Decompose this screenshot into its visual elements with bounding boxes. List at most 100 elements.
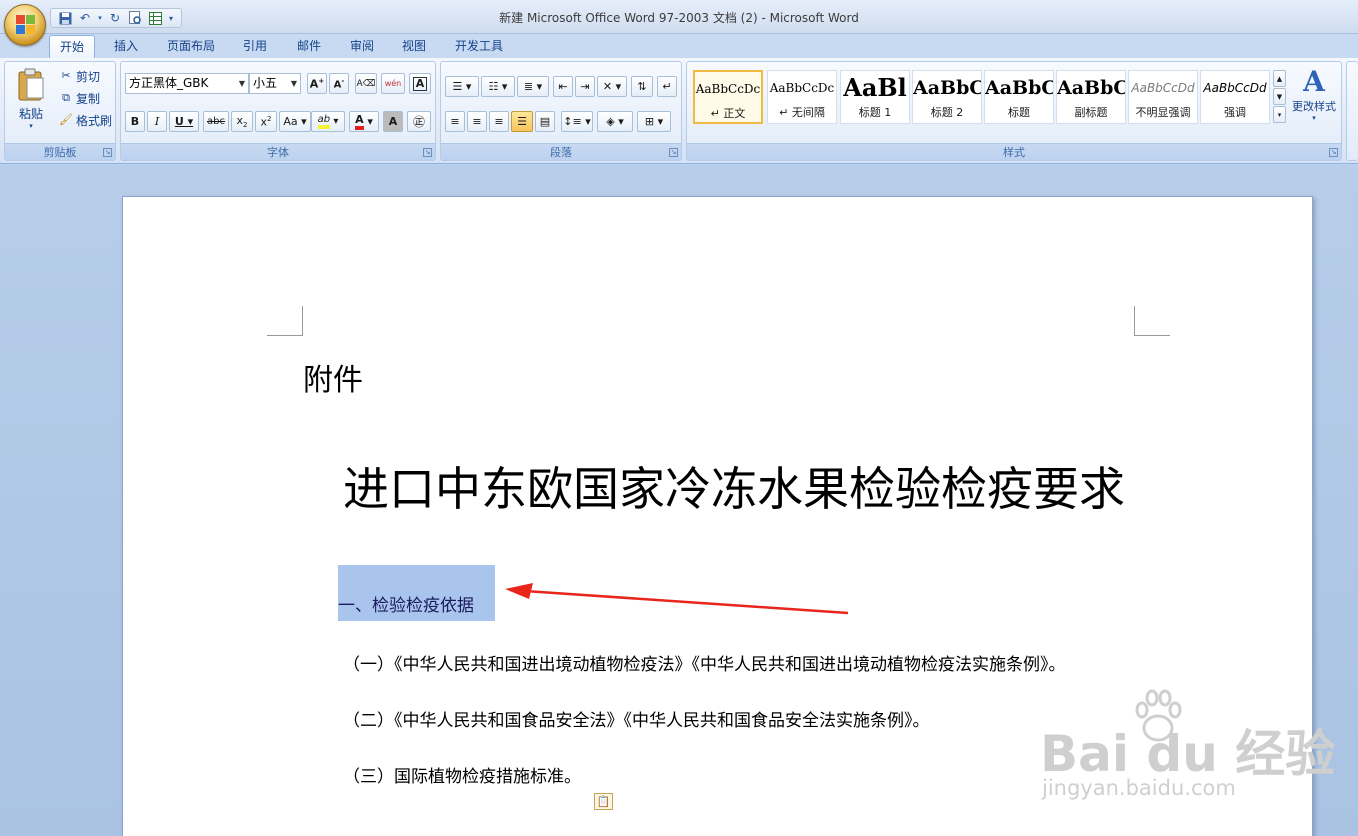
- style-no-spacing[interactable]: AaBbCcDc ↵ 无间隔: [767, 70, 837, 124]
- numbering-button[interactable]: ☷ ▾: [481, 76, 515, 97]
- character-border-button[interactable]: A: [409, 73, 431, 94]
- chinese-layout-button[interactable]: ✕ ▾: [597, 76, 627, 97]
- chevron-up-icon: ▲: [1276, 74, 1283, 83]
- paragraph-1: （一）《中华人民共和国进出境动植物检疫法》《中华人民共和国进出境动植物检疫法实施…: [343, 655, 1066, 675]
- styles-more[interactable]: ▾: [1273, 106, 1286, 123]
- red-arrow-annotation: [505, 583, 849, 615]
- grow-font-icon: A+: [309, 76, 325, 91]
- tab-home[interactable]: 开始: [49, 35, 96, 58]
- selected-heading[interactable]: 一、检验检疫依据: [338, 565, 495, 621]
- align-center-button[interactable]: ≡: [467, 111, 487, 132]
- highlight-button[interactable]: ab ▾: [311, 111, 345, 132]
- change-styles-label: 更改样式: [1292, 100, 1336, 113]
- show-marks-button[interactable]: ↵: [657, 76, 677, 97]
- style-emphasis[interactable]: AaBbCcDd 强调: [1200, 70, 1270, 124]
- italic-button[interactable]: I: [147, 111, 167, 132]
- tab-developer[interactable]: 开发工具: [445, 35, 513, 58]
- increase-indent-button[interactable]: ⇥: [575, 76, 595, 97]
- strikethrough-icon: abc: [207, 116, 225, 127]
- change-styles-button[interactable]: A 更改样式 ▾: [1289, 66, 1339, 138]
- superscript-button[interactable]: x2: [255, 111, 277, 132]
- office-button[interactable]: [4, 4, 46, 46]
- font-color-button[interactable]: A ▾: [349, 111, 379, 132]
- title-bar: ↶ ▾ ↻ ▾ 新建 Microsoft Office Word 97-2003…: [0, 0, 1358, 34]
- tab-insert[interactable]: 插入: [104, 35, 148, 58]
- clear-format-button[interactable]: A⌫: [355, 73, 377, 94]
- style-name: ↵ 正文: [710, 107, 746, 120]
- phonetic-guide-button[interactable]: wén: [381, 73, 405, 94]
- styles-scroll-up[interactable]: ▲: [1273, 70, 1286, 87]
- paragraph-2: （二）《中华人民共和国食品安全法》《中华人民共和国食品安全法实施条例》。: [343, 711, 930, 731]
- borders-icon: ⊞ ▾: [644, 115, 664, 128]
- change-case-button[interactable]: Aa ▾: [279, 111, 311, 132]
- line-spacing-button[interactable]: ↕≡ ▾: [561, 111, 593, 132]
- cut-button[interactable]: ✂ 剪切: [59, 66, 100, 86]
- style-title[interactable]: AaBbC 标题: [984, 70, 1054, 124]
- style-name: 标题 2: [930, 106, 964, 119]
- justify-button[interactable]: ☰: [511, 111, 533, 132]
- character-shading-button[interactable]: A: [383, 111, 403, 132]
- styles-scroll-down[interactable]: ▼: [1273, 88, 1286, 105]
- enclose-characters-icon: ㊣: [412, 115, 425, 129]
- distributed-button[interactable]: ▤: [535, 111, 555, 132]
- style-heading-1[interactable]: AaBl 标题 1: [840, 70, 910, 124]
- tab-mailings[interactable]: 邮件: [287, 35, 331, 58]
- enclose-characters-button[interactable]: ㊣: [407, 111, 431, 132]
- shading-button[interactable]: ◈ ▾: [597, 111, 633, 132]
- tab-view[interactable]: 视图: [392, 35, 436, 58]
- style-normal[interactable]: AaBbCcDc ↵ 正文: [693, 70, 763, 124]
- bold-button[interactable]: B: [125, 111, 145, 132]
- style-subtle-emphasis[interactable]: AaBbCcDd 不明显强调: [1128, 70, 1198, 124]
- align-left-icon: ≡: [450, 115, 460, 128]
- editing-group-partial: [1346, 61, 1358, 161]
- font-name-combo[interactable]: 方正黑体_GBK ▼: [125, 73, 249, 94]
- pilcrow-icon: ↵: [662, 80, 672, 93]
- clipboard-launcher-icon[interactable]: ↘: [103, 148, 112, 157]
- decrease-indent-icon: ⇤: [558, 80, 568, 93]
- grow-font-button[interactable]: A+: [307, 73, 327, 94]
- paste-icon: [18, 68, 44, 101]
- clipboard-group: 粘贴 ▾ ✂ 剪切 ⧉ 复制 🖌 格式刷 剪贴板 ↘: [4, 61, 116, 161]
- line-spacing-icon: ↕≡ ▾: [563, 115, 591, 128]
- underline-button[interactable]: U ▾: [169, 111, 199, 132]
- styles-group: AaBbCcDc ↵ 正文 AaBbCcDc ↵ 无间隔 AaBl 标题 1 A…: [686, 61, 1342, 161]
- tab-references[interactable]: 引用: [233, 35, 277, 58]
- numbering-icon: ☷ ▾: [488, 80, 508, 93]
- bullets-button[interactable]: ☰ ▾: [445, 76, 479, 97]
- paragraph-launcher-icon[interactable]: ↘: [669, 148, 678, 157]
- paste-button[interactable]: 粘贴 ▾: [13, 68, 49, 138]
- copy-button[interactable]: ⧉ 复制: [59, 88, 100, 108]
- italic-icon: I: [154, 115, 160, 128]
- style-sample: AaBbCcDd: [1131, 81, 1195, 95]
- format-painter-button[interactable]: 🖌 格式刷: [59, 110, 112, 130]
- style-subtitle[interactable]: AaBbC 副标题: [1056, 70, 1126, 124]
- tab-page-layout[interactable]: 页面布局: [157, 35, 225, 58]
- change-styles-icon: A: [1303, 65, 1325, 98]
- decrease-indent-button[interactable]: ⇤: [553, 76, 573, 97]
- sort-button[interactable]: ⇅: [631, 76, 653, 97]
- style-name: ↵ 无间隔: [779, 106, 825, 119]
- borders-button[interactable]: ⊞ ▾: [637, 111, 671, 132]
- paragraph-group: ☰ ▾ ☷ ▾ ≣ ▾ ⇤ ⇥ ✕ ▾ ⇅ ↵ ≡ ≡ ≡ ☰ ▤ ↕≡ ▾ ◈…: [440, 61, 682, 161]
- superscript-icon: x2: [260, 114, 272, 129]
- multilevel-list-icon: ≣ ▾: [523, 80, 543, 93]
- paste-dropdown-icon[interactable]: ▾: [13, 122, 49, 130]
- subscript-button[interactable]: x2: [231, 111, 253, 132]
- paste-options-icon[interactable]: 📋: [594, 793, 613, 810]
- multilevel-list-button[interactable]: ≣ ▾: [517, 76, 549, 97]
- shrink-font-button[interactable]: A-: [329, 73, 349, 94]
- tab-review[interactable]: 审阅: [340, 35, 384, 58]
- attachment-label: 附件: [303, 363, 363, 398]
- distributed-icon: ▤: [539, 115, 551, 128]
- style-heading-2[interactable]: AaBbC 标题 2: [912, 70, 982, 124]
- styles-launcher-icon[interactable]: ↘: [1329, 148, 1338, 157]
- align-left-button[interactable]: ≡: [445, 111, 465, 132]
- strikethrough-button[interactable]: abc: [203, 111, 229, 132]
- align-right-button[interactable]: ≡: [489, 111, 509, 132]
- paragraph-group-label: 段落: [441, 143, 681, 160]
- align-center-icon: ≡: [472, 115, 482, 128]
- ribbon: 粘贴 ▾ ✂ 剪切 ⧉ 复制 🖌 格式刷 剪贴板 ↘ 方正黑体_GBK ▼ 小五…: [0, 58, 1358, 164]
- font-launcher-icon[interactable]: ↘: [423, 148, 432, 157]
- font-size-combo[interactable]: 小五 ▼: [249, 73, 301, 94]
- font-name-value: 方正黑体_GBK: [129, 76, 209, 90]
